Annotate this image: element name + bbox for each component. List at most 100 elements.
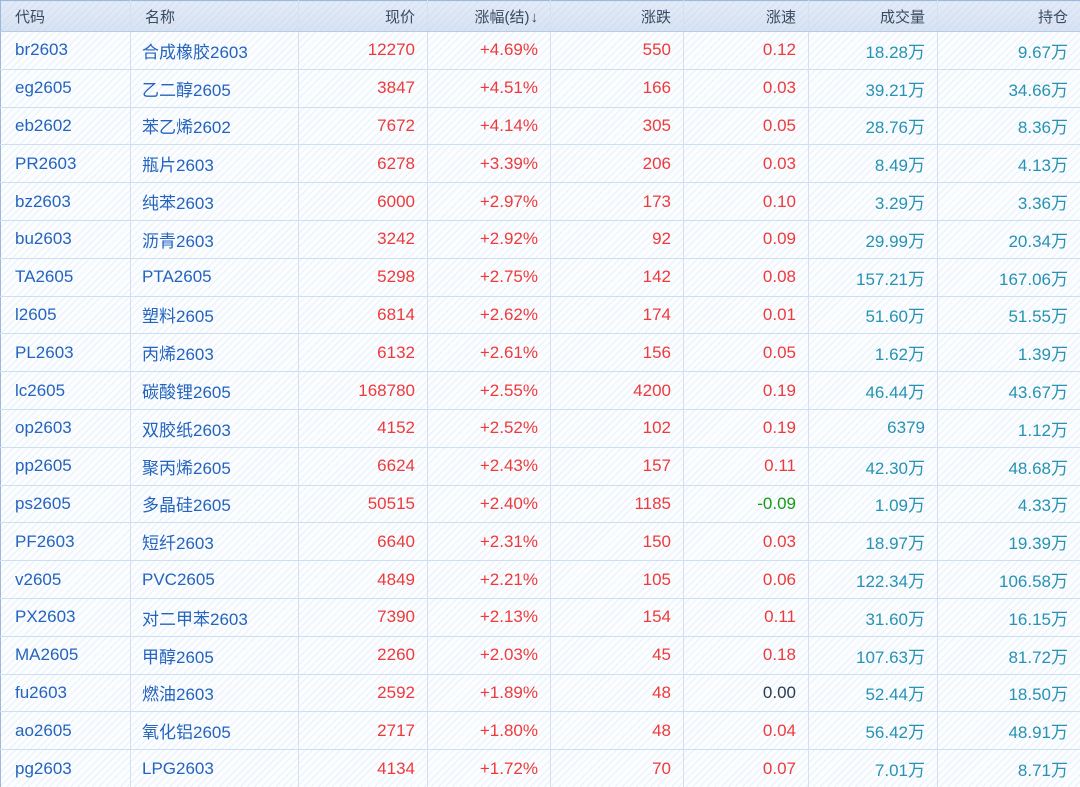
cell-name: 聚丙烯2605 [130,447,299,486]
quote-row[interactable]: pp2605 聚丙烯2605 6624 +2.43% 157 0.11 42.3… [0,447,1080,486]
cell-change: 1185 [550,485,684,524]
cell-name: LPG2603 [130,749,299,787]
column-header-volume[interactable]: 成交量 [808,0,938,32]
cell-name: PVC2605 [130,560,299,599]
futures-quote-panel: 代码 名称 现价 涨幅(结)↓ 涨跌 涨速 成交量 持仓 br2603 合成橡胶… [0,0,1080,787]
cell-code: PX2603 [0,598,131,637]
cell-price: 7672 [298,107,428,146]
quote-row[interactable]: ao2605 氧化铝2605 2717 +1.80% 48 0.04 56.42… [0,711,1080,751]
cell-speed: 0.03 [683,522,809,562]
cell-change-pct: +2.40% [427,485,551,524]
cell-open-interest: 19.39万 [937,522,1080,562]
quote-row[interactable]: PR2603 瓶片2603 6278 +3.39% 206 0.03 8.49万… [0,144,1080,184]
column-header-change[interactable]: 涨跌 [550,0,684,32]
cell-volume: 157.21万 [808,258,938,297]
cell-volume: 7.01万 [808,749,938,787]
cell-change-pct: +2.62% [427,296,551,335]
cell-open-interest: 18.50万 [937,674,1080,713]
cell-price: 5298 [298,258,428,297]
cell-change: 142 [550,258,684,297]
cell-price: 6640 [298,522,428,562]
quote-row[interactable]: br2603 合成橡胶2603 12270 +4.69% 550 0.12 18… [0,31,1080,70]
quote-table-body: br2603 合成橡胶2603 12270 +4.69% 550 0.12 18… [0,31,1080,787]
quote-row[interactable]: fu2603 燃油2603 2592 +1.89% 48 0.00 52.44万… [0,674,1080,713]
cell-name: 合成橡胶2603 [130,31,299,70]
cell-change-pct: +2.43% [427,447,551,486]
quote-row[interactable]: PX2603 对二甲苯2603 7390 +2.13% 154 0.11 31.… [0,598,1080,637]
cell-volume: 56.42万 [808,711,938,751]
column-header-name[interactable]: 名称 [130,0,299,32]
cell-speed: 0.03 [683,69,809,108]
cell-open-interest: 9.67万 [937,31,1080,70]
cell-volume: 1.62万 [808,333,938,373]
cell-change: 92 [550,220,684,259]
cell-change: 206 [550,144,684,184]
column-header-speed[interactable]: 涨速 [683,0,809,32]
cell-speed: 0.11 [683,598,809,637]
cell-code: PL2603 [0,333,131,373]
cell-change: 150 [550,522,684,562]
header-row: 代码 名称 现价 涨幅(结)↓ 涨跌 涨速 成交量 持仓 [0,0,1080,32]
cell-volume: 29.99万 [808,220,938,259]
quote-row[interactable]: eg2605 乙二醇2605 3847 +4.51% 166 0.03 39.2… [0,69,1080,108]
cell-speed: 0.19 [683,409,809,448]
cell-change-pct: +1.72% [427,749,551,787]
cell-code: pg2603 [0,749,131,787]
cell-open-interest: 4.13万 [937,144,1080,184]
cell-speed: 0.01 [683,296,809,335]
quote-row[interactable]: MA2605 甲醇2605 2260 +2.03% 45 0.18 107.63… [0,636,1080,675]
cell-open-interest: 48.91万 [937,711,1080,751]
cell-open-interest: 4.33万 [937,485,1080,524]
column-header-code[interactable]: 代码 [0,0,131,32]
cell-speed: 0.08 [683,258,809,297]
column-header-change-pct-label: 涨幅(结) [474,8,530,26]
cell-change: 305 [550,107,684,146]
cell-speed: -0.09 [683,485,809,524]
cell-price: 6278 [298,144,428,184]
cell-price: 6814 [298,296,428,335]
quote-row[interactable]: op2603 双胶纸2603 4152 +2.52% 102 0.19 6379… [0,409,1080,448]
cell-change-pct: +2.21% [427,560,551,599]
cell-open-interest: 106.58万 [937,560,1080,599]
cell-change-pct: +2.92% [427,220,551,259]
cell-name: 苯乙烯2602 [130,107,299,146]
quote-row[interactable]: PL2603 丙烯2603 6132 +2.61% 156 0.05 1.62万… [0,333,1080,373]
quote-row[interactable]: TA2605 PTA2605 5298 +2.75% 142 0.08 157.… [0,258,1080,297]
cell-price: 168780 [298,371,428,410]
futures-quote-table: 代码 名称 现价 涨幅(结)↓ 涨跌 涨速 成交量 持仓 br2603 合成橡胶… [0,0,1080,787]
quote-row[interactable]: bz2603 纯苯2603 6000 +2.97% 173 0.10 3.29万… [0,182,1080,221]
cell-price: 2260 [298,636,428,675]
cell-change: 70 [550,749,684,787]
cell-code: PR2603 [0,144,131,184]
quote-row[interactable]: lc2605 碳酸锂2605 168780 +2.55% 4200 0.19 4… [0,371,1080,410]
cell-change: 157 [550,447,684,486]
cell-code: eg2605 [0,69,131,108]
quote-row[interactable]: ps2605 多晶硅2605 50515 +2.40% 1185 -0.09 1… [0,485,1080,524]
cell-open-interest: 34.66万 [937,69,1080,108]
cell-change: 4200 [550,371,684,410]
cell-speed: 0.19 [683,371,809,410]
cell-volume: 46.44万 [808,371,938,410]
cell-name: 塑料2605 [130,296,299,335]
column-header-open-interest[interactable]: 持仓 [937,0,1080,32]
cell-code: bz2603 [0,182,131,221]
cell-volume: 42.30万 [808,447,938,486]
cell-name: 短纤2603 [130,522,299,562]
quote-row[interactable]: eb2602 苯乙烯2602 7672 +4.14% 305 0.05 28.7… [0,107,1080,146]
column-header-change-pct[interactable]: 涨幅(结)↓ [427,0,551,32]
column-header-price[interactable]: 现价 [298,0,428,32]
quote-row[interactable]: pg2603 LPG2603 4134 +1.72% 70 0.07 7.01万… [0,749,1080,787]
quote-row[interactable]: v2605 PVC2605 4849 +2.21% 105 0.06 122.3… [0,560,1080,599]
cell-speed: 0.09 [683,220,809,259]
cell-name: 丙烯2603 [130,333,299,373]
quote-row[interactable]: bu2603 沥青2603 3242 +2.92% 92 0.09 29.99万… [0,220,1080,259]
cell-name: 甲醇2605 [130,636,299,675]
cell-code: ao2605 [0,711,131,751]
quote-row[interactable]: l2605 塑料2605 6814 +2.62% 174 0.01 51.60万… [0,296,1080,335]
cell-code: ps2605 [0,485,131,524]
cell-name: 燃油2603 [130,674,299,713]
cell-change: 154 [550,598,684,637]
cell-open-interest: 1.12万 [937,409,1080,448]
cell-open-interest: 51.55万 [937,296,1080,335]
quote-row[interactable]: PF2603 短纤2603 6640 +2.31% 150 0.03 18.97… [0,522,1080,562]
